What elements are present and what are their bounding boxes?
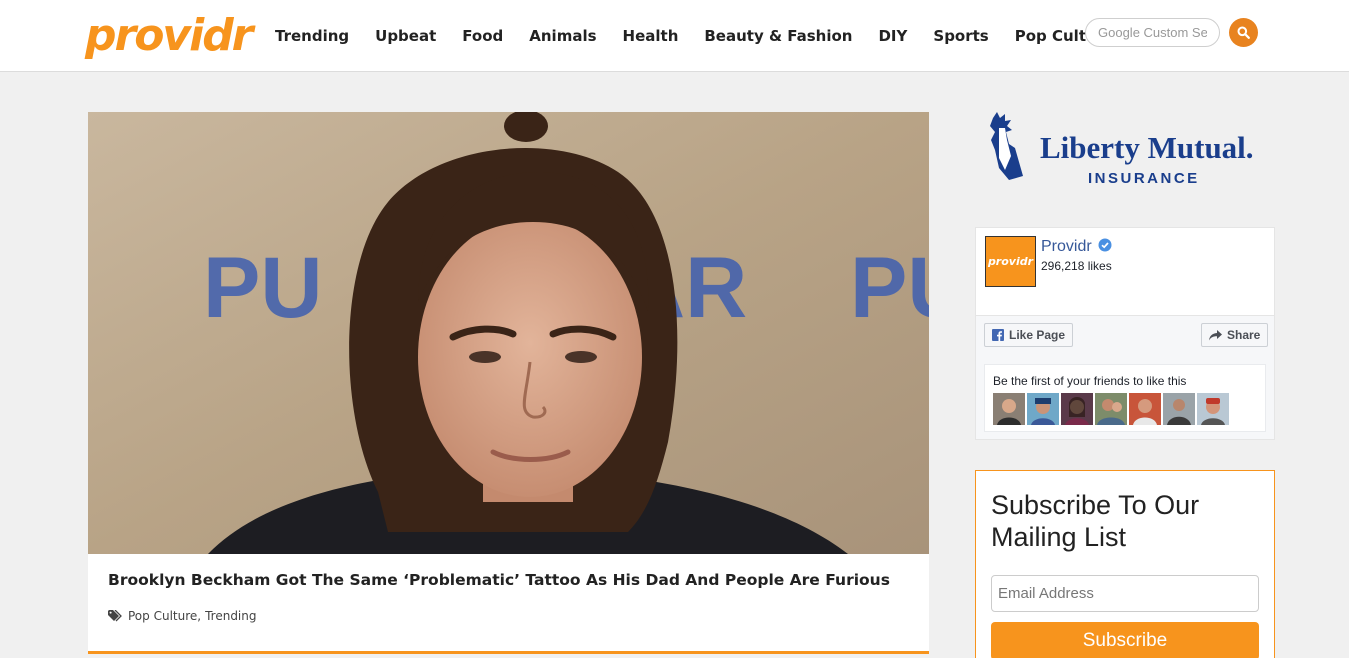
article-image[interactable]: PU AR PU [88, 112, 929, 554]
newsletter-signup: Subscribe To Our Mailing List Subscribe [975, 470, 1275, 658]
share-arrow-icon [1209, 329, 1222, 340]
backdrop-text-left: PU [203, 240, 322, 336]
fb-page-likes: 296,218 likes [1041, 259, 1112, 273]
nav-trending[interactable]: Trending [275, 24, 349, 48]
fb-friends-text: Be the first of your friends to like thi… [993, 374, 1187, 388]
liberty-mutual-logo: Liberty Mutual. INSURANCE [990, 112, 1254, 187]
fb-page-header: providr Providr 296,218 likes [976, 228, 1274, 316]
nav-diy[interactable]: DIY [878, 24, 907, 48]
fb-like-page-button[interactable]: Like Page [984, 323, 1074, 347]
ad-brand-insurance: INSURANCE [1088, 170, 1200, 187]
subscribe-button[interactable]: Subscribe [991, 622, 1259, 658]
friend-avatar[interactable] [1163, 393, 1195, 425]
fb-page-name[interactable]: Providr [1041, 238, 1112, 256]
search-icon [1237, 26, 1250, 39]
backdrop-text-right: PU [850, 240, 929, 336]
tag-separator: , [197, 609, 202, 623]
tag-trending[interactable]: Trending [205, 609, 256, 623]
ad-brand-name: Liberty Mutual. [1040, 130, 1254, 165]
main-nav: Trending Upbeat Food Animals Health Beau… [275, 24, 1140, 48]
nav-food[interactable]: Food [462, 24, 503, 48]
verified-badge-icon [1098, 238, 1112, 252]
fb-friends-box: Be the first of your friends to like thi… [984, 364, 1266, 432]
fb-page-name-text: Providr [1041, 238, 1092, 255]
site-logo[interactable]: providr [85, 10, 253, 62]
friend-avatar[interactable] [993, 393, 1025, 425]
site-header: providr Trending Upbeat Food Animals Hea… [0, 0, 1349, 72]
newsletter-title: Subscribe To Our Mailing List [991, 490, 1200, 552]
friend-avatar[interactable] [1027, 393, 1059, 425]
article-photo: PU AR PU [88, 112, 929, 554]
friend-avatar[interactable] [1197, 393, 1229, 425]
fb-friend-avatars [993, 393, 1229, 425]
facebook-icon [992, 329, 1004, 341]
fb-share-button[interactable]: Share [1201, 323, 1269, 347]
fb-page-avatar[interactable]: providr [985, 236, 1036, 287]
nav-upbeat[interactable]: Upbeat [375, 24, 436, 48]
nav-sports[interactable]: Sports [933, 24, 988, 48]
email-field[interactable] [991, 575, 1259, 612]
search-button[interactable] [1229, 18, 1258, 47]
tags-icon [108, 610, 122, 622]
search-input[interactable] [1085, 18, 1220, 47]
tag-pop-culture[interactable]: Pop Culture [128, 609, 197, 623]
friend-avatar[interactable] [1129, 393, 1161, 425]
article-title[interactable]: Brooklyn Beckham Got The Same ‘Problemat… [108, 569, 908, 591]
nav-animals[interactable]: Animals [529, 24, 596, 48]
nav-health[interactable]: Health [623, 24, 679, 48]
nav-beauty-fashion[interactable]: Beauty & Fashion [704, 24, 852, 48]
article-tags: Pop Culture, Trending [108, 609, 257, 623]
friend-avatar[interactable] [1095, 393, 1127, 425]
friend-avatar[interactable] [1061, 393, 1093, 425]
facebook-page-widget: providr Providr 296,218 likes Like Page … [975, 227, 1275, 440]
article-card[interactable]: PU AR PU Brooklyn Beckha [88, 112, 929, 654]
fb-share-label: Share [1227, 328, 1261, 342]
fb-like-label: Like Page [1009, 328, 1066, 342]
liberty-mutual-ad[interactable]: Liberty Mutual. INSURANCE [985, 110, 1270, 190]
